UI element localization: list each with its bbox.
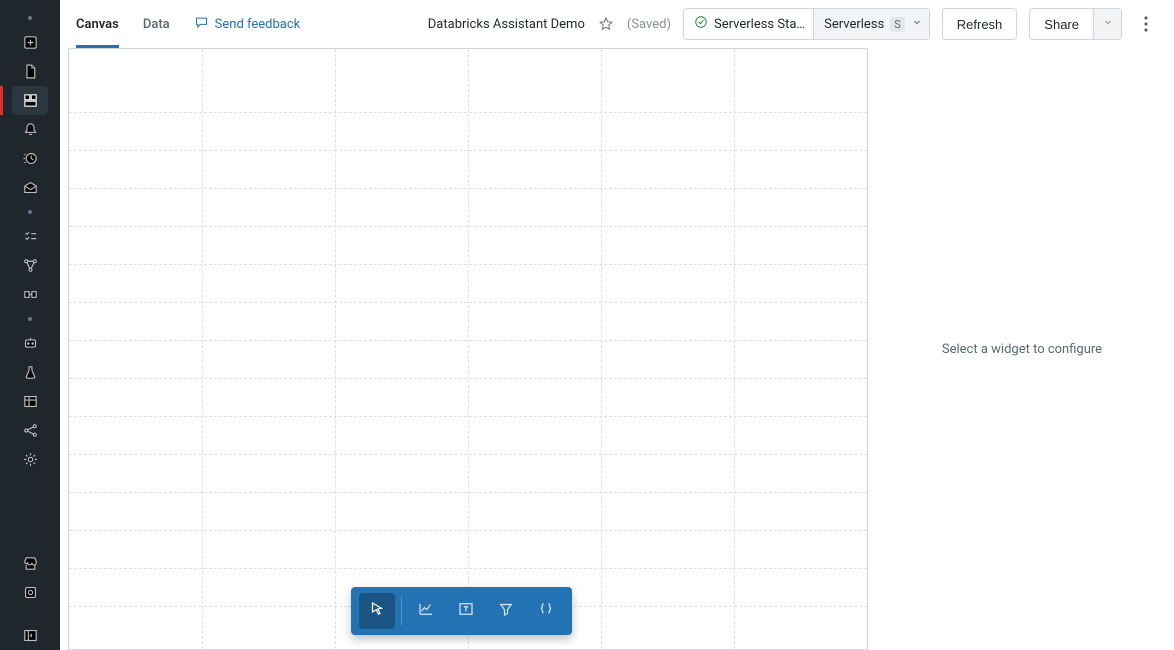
compute-selector[interactable]: Serverless Sta… Serverless S [683,8,930,40]
nav-tables-icon[interactable] [12,387,48,416]
nav-pipelines-icon[interactable] [12,280,48,309]
more-menu-button[interactable] [1134,8,1158,40]
tab-canvas[interactable]: Canvas [76,0,119,48]
chevron-down-icon [1102,16,1114,32]
send-feedback-label: Send feedback [215,17,301,32]
nav-experiments-icon[interactable] [12,358,48,387]
nav-warehouse-icon[interactable] [12,173,48,202]
chart-tool-button[interactable] [408,593,444,629]
nav-dashboard-icon[interactable] [12,86,48,115]
nav-models-icon[interactable] [12,578,48,607]
main-area: Canvas Data Send feedback Databricks Ass… [60,0,1174,650]
nav-ai-assistant-icon[interactable] [12,329,48,358]
toolbar-separator [401,597,402,625]
top-toolbar: Canvas Data Send feedback Databricks Ass… [60,0,1174,48]
share-button[interactable]: Share [1029,8,1094,40]
line-chart-icon [417,600,435,622]
sidebar-separator-dot [28,16,32,20]
text-box-icon [457,600,475,622]
filter-icon [497,600,515,622]
widget-toolbar [351,587,572,635]
refresh-button[interactable]: Refresh [942,8,1018,40]
sidebar-separator-dot [28,317,32,321]
left-sidebar [0,0,60,650]
tab-data[interactable]: Data [143,0,170,48]
braces-icon [537,600,555,622]
nav-history-icon[interactable] [12,144,48,173]
nav-workflows-icon[interactable] [12,251,48,280]
comment-icon [194,15,209,34]
share-caret-button[interactable] [1094,8,1122,40]
share-button-group: Share [1029,8,1122,40]
code-tool-button[interactable] [528,593,564,629]
check-circle-icon [694,15,708,33]
document-title[interactable]: Databricks Assistant Demo [428,17,585,32]
cursor-icon [368,600,386,622]
config-panel: Select a widget to configure [870,48,1174,650]
compute-dropdown[interactable]: Serverless S [813,9,929,39]
chevron-down-icon [911,16,923,32]
compute-status-label: Serverless Sta… [714,17,805,32]
nav-new-icon[interactable] [12,28,48,57]
nav-graph-icon[interactable] [12,416,48,445]
sidebar-separator-dot [28,210,32,214]
nav-marketplace-icon[interactable] [12,549,48,578]
nav-alerts-icon[interactable] [12,115,48,144]
cursor-tool-button[interactable] [359,593,395,629]
compute-name: Serverless [824,17,884,32]
send-feedback-link[interactable]: Send feedback [194,15,301,34]
nav-checklist-icon[interactable] [12,222,48,251]
dashboard-canvas[interactable] [68,48,868,650]
filter-tool-button[interactable] [488,593,524,629]
nav-settings-icon[interactable] [12,445,48,474]
nav-collapse-sidebar-icon[interactable] [12,621,48,650]
nav-sql-file-icon[interactable] [12,57,48,86]
text-tool-button[interactable] [448,593,484,629]
saved-status: (Saved) [627,17,671,32]
favorite-star-icon[interactable] [597,15,615,33]
canvas-wrap [60,48,870,650]
compute-status: Serverless Sta… [684,15,813,33]
config-placeholder: Select a widget to configure [942,342,1102,357]
compute-size-badge: S [890,17,905,32]
content-area: Select a widget to configure [60,48,1174,650]
view-tabs: Canvas Data [76,0,170,48]
